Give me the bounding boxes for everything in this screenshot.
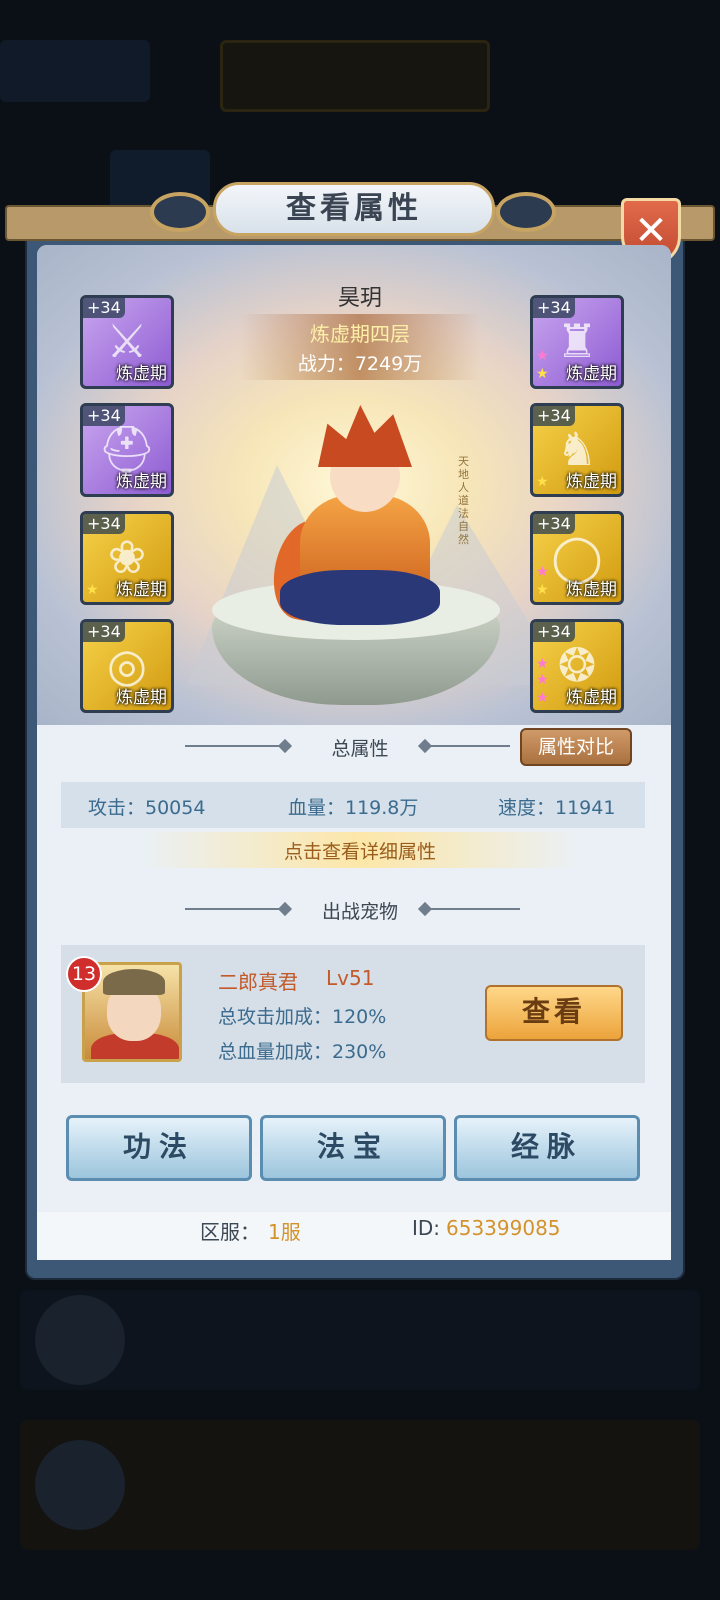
equip-slot-weapon[interactable]: +34 ⚔ 炼虚期	[80, 295, 174, 389]
star-icon: ★	[536, 690, 549, 706]
star-icon: ★	[536, 348, 549, 364]
equip-stage: 炼虚期	[566, 472, 617, 492]
server-value: 1服	[268, 1220, 301, 1244]
pet-name: 二郎真君	[218, 970, 298, 994]
calligraphy-banner: 天地人道法自然	[458, 455, 469, 546]
stat-speed: 速度：11941	[498, 797, 616, 819]
star-icon: ★	[86, 582, 99, 598]
equip-stage: 炼虚期	[116, 472, 167, 492]
background-avatar	[35, 1440, 125, 1530]
equip-slot-pendant[interactable]: +34 ❂ ★ ★ ★ 炼虚期	[530, 619, 624, 713]
equip-stage: 炼虚期	[116, 364, 167, 384]
star-icon: ★	[536, 672, 549, 688]
background-menu-button	[0, 40, 150, 102]
view-pet-button[interactable]: 查看	[485, 985, 623, 1041]
scroll-ornament-right	[496, 192, 556, 232]
pet-hp-bonus: 总血量加成：230%	[218, 1041, 387, 1063]
star-icon: ★	[536, 656, 549, 672]
equip-slot-ring[interactable]: +34 ◎ 炼虚期	[80, 619, 174, 713]
equip-slot-boots[interactable]: +34 ♞ ★ 炼虚期	[530, 403, 624, 497]
player-id-label: ID:	[412, 1216, 441, 1240]
pet-level: Lv51	[326, 966, 375, 990]
pet-attack-bonus: 总攻击加成：120%	[218, 1006, 387, 1028]
attribute-compare-button[interactable]: 属性对比	[520, 728, 632, 766]
equip-stage: 炼虚期	[566, 364, 617, 384]
stat-attack: 攻击：50054	[88, 797, 206, 819]
star-icon: ★	[536, 366, 549, 382]
scroll-ornament-left	[150, 192, 210, 232]
background-banner	[220, 40, 490, 112]
equip-slot-armor[interactable]: +34 ♜ ★ ★ 炼虚期	[530, 295, 624, 389]
hero-legs	[280, 570, 440, 625]
tab-meridians[interactable]: 经脉	[454, 1115, 640, 1181]
equip-slot-helmet[interactable]: +34 ⛑ 炼虚期	[80, 403, 174, 497]
footer-bar	[37, 1212, 671, 1260]
equip-stage: 炼虚期	[116, 688, 167, 708]
equip-slot-amulet[interactable]: +34 ❀ ★ 炼虚期	[80, 511, 174, 605]
pet-level-badge: 13	[66, 956, 102, 992]
view-detail-link[interactable]: 点击查看详细属性	[0, 837, 720, 864]
server-label: 区服：	[200, 1220, 260, 1244]
battle-pet-title: 出战宠物	[321, 901, 398, 923]
equip-stage: 炼虚期	[116, 580, 167, 600]
pet-headdress	[103, 969, 165, 995]
divider-line	[430, 908, 520, 910]
divider-line	[430, 745, 510, 747]
star-icon: ★	[536, 474, 549, 490]
equip-slot-belt[interactable]: +34 ◯ ★ ★ 炼虚期	[530, 511, 624, 605]
star-icon: ★	[536, 564, 549, 580]
equip-stage: 炼虚期	[566, 580, 617, 600]
equip-stage: 炼虚期	[566, 688, 617, 708]
star-icon: ★	[536, 582, 549, 598]
stat-hp: 血量：119.8万	[288, 797, 419, 819]
player-id-value: 653399085	[446, 1216, 561, 1240]
background-avatar	[35, 1295, 125, 1385]
tab-treasure[interactable]: 法宝	[260, 1115, 446, 1181]
modal-title: 查看属性	[213, 182, 495, 236]
tab-skills[interactable]: 功法	[66, 1115, 252, 1181]
